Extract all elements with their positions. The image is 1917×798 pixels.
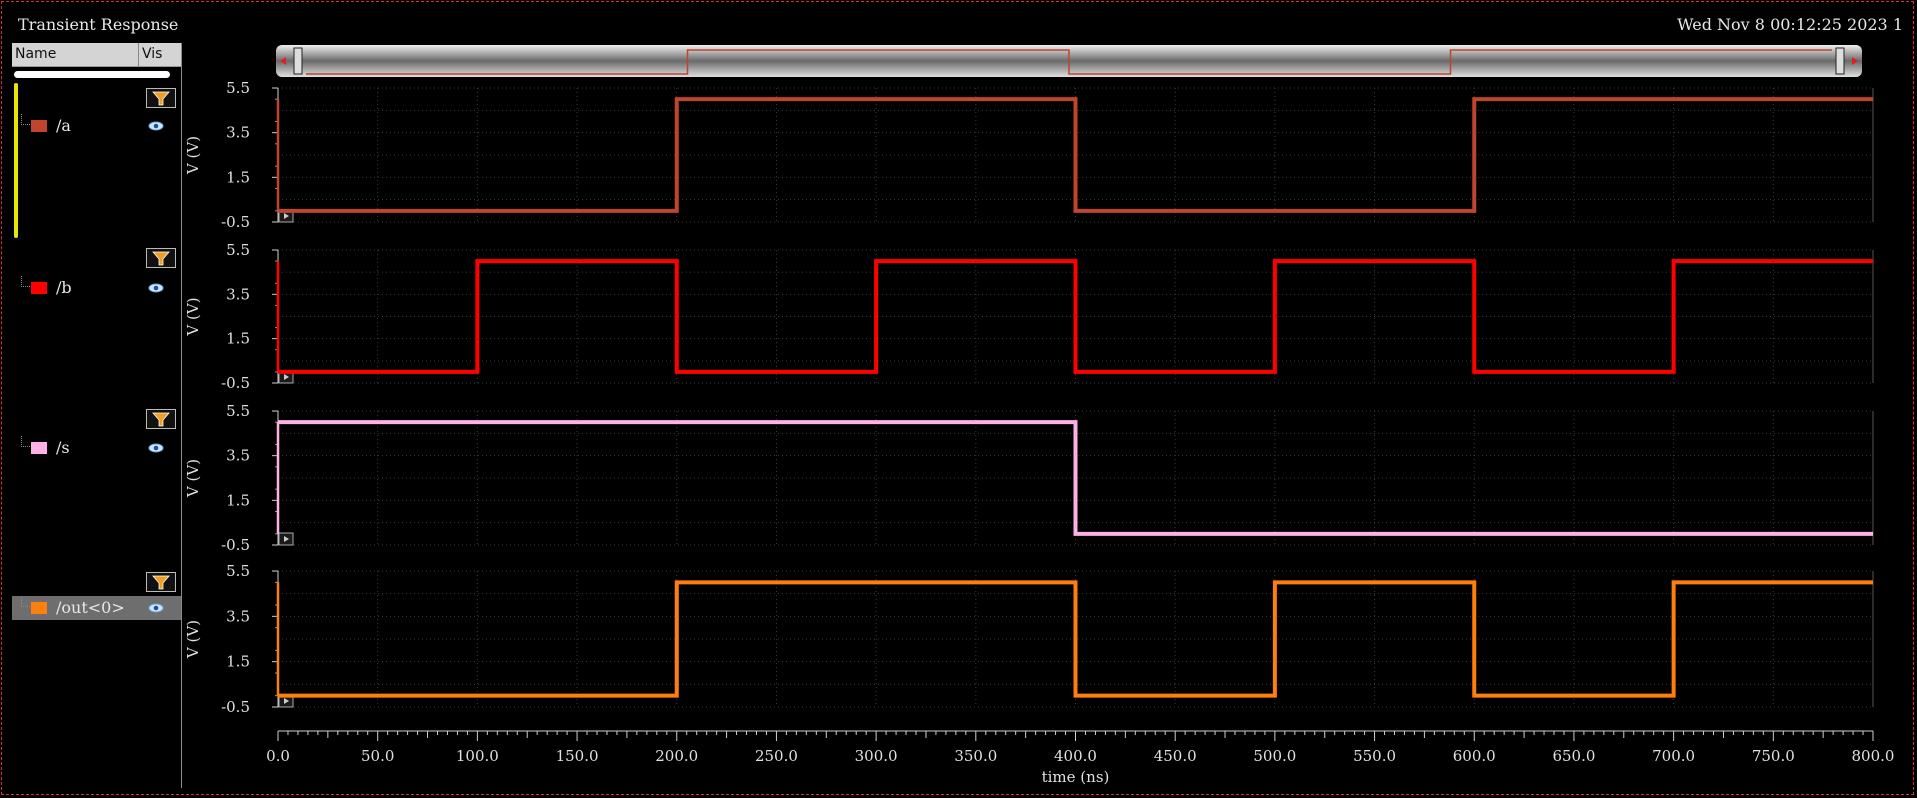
waveform-chart: 5.5 3.5 1.5 -0.5 V (V) 5.5 3.5 1.5 -0.5 V (V) 5.5 3… [184,79,1895,786]
series-a-trace [278,97,1873,213]
y-tick-label: 1.5 [226,653,250,671]
x-tick-label: 650.0 [1552,747,1595,765]
x-tick-label: 100.0 [456,747,499,765]
series-b-trace [278,259,1873,374]
y-axis-label: V (V) [184,620,202,659]
y-axis-label: V (V) [184,459,202,498]
y-tick-label: 3.5 [226,447,250,465]
y-tick-label: 5.5 [226,562,250,580]
y-tick-label: 3.5 [226,607,250,625]
x-tick-label: 600.0 [1453,747,1496,765]
y-tick-label: 5.5 [226,402,250,420]
y-tick-label: -0.5 [221,374,250,392]
series-s-trace [278,420,1873,536]
y-tick-label: -0.5 [221,536,250,554]
x-tick-label: 550.0 [1353,747,1396,765]
x-tick-label: 150.0 [556,747,599,765]
y-tick-label: 3.5 [226,285,250,303]
x-tick-label: 750.0 [1752,747,1795,765]
x-axis-label: time (ns) [1042,768,1110,786]
y-tick-label: 1.5 [226,168,250,186]
x-tick-label: 700.0 [1652,747,1695,765]
y-tick-label: 5.5 [226,79,250,97]
series-out0-trace [278,580,1873,698]
y-tick-label: 1.5 [226,330,250,348]
x-tick-label: 250.0 [755,747,798,765]
x-tick-label: 800.0 [1852,747,1895,765]
x-tick-label: 400.0 [1054,747,1097,765]
y-tick-label: 1.5 [226,491,250,509]
x-tick-label: 300.0 [855,747,898,765]
y-tick-label: -0.5 [221,213,250,231]
x-tick-label: 200.0 [655,747,698,765]
y-axis-label: V (V) [184,136,202,175]
x-tick-label: 500.0 [1253,747,1296,765]
x-tick-label: 0.0 [266,747,290,765]
y-tick-label: -0.5 [221,698,250,716]
x-tick-label: 50.0 [361,747,394,765]
y-axis-label: V (V) [184,297,202,336]
x-tick-label: 450.0 [1154,747,1197,765]
y-tick-label: 5.5 [226,241,250,259]
y-tick-label: 3.5 [226,124,250,142]
x-tick-label: 350.0 [954,747,997,765]
